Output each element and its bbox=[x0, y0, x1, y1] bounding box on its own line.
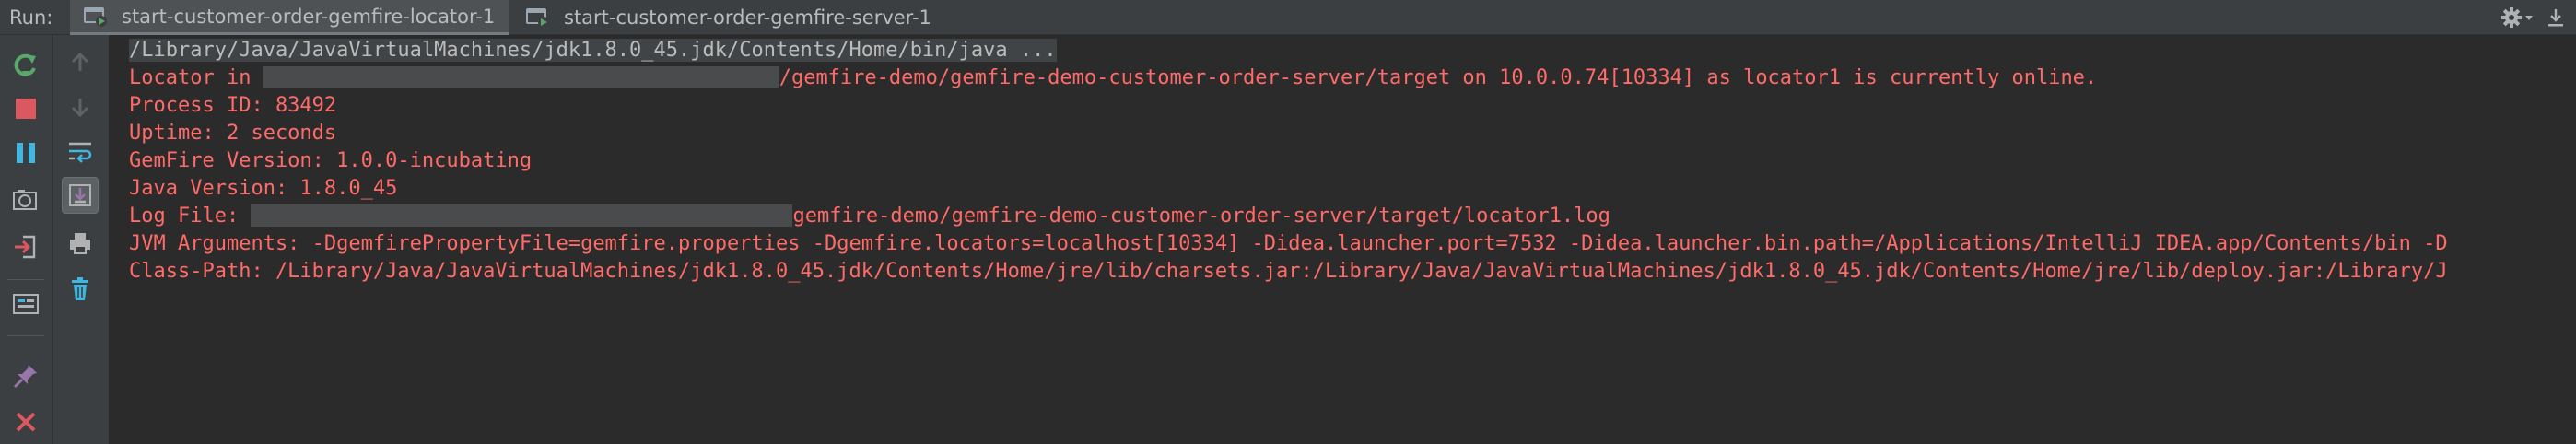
clear-all-icon[interactable] bbox=[62, 271, 99, 308]
class-path-line: Class-Path: /Library/Java/JavaVirtualMac… bbox=[129, 260, 2448, 283]
close-icon[interactable] bbox=[7, 403, 44, 440]
scroll-to-end-icon[interactable] bbox=[62, 177, 99, 214]
console-controls-toolbar bbox=[53, 35, 110, 444]
run-config-icon bbox=[525, 6, 551, 29]
dump-threads-icon[interactable] bbox=[7, 182, 44, 219]
tab-locator-label: start-customer-order-gemfire-locator-1 bbox=[122, 5, 496, 28]
command-line: /Library/Java/JavaVirtualMachines/jdk1.8… bbox=[129, 37, 1057, 64]
minimize-icon[interactable] bbox=[2541, 3, 2570, 32]
locator-status-line: Locator in /gemfire-demo/gemfire-demo-cu… bbox=[129, 64, 2097, 92]
exit-icon[interactable] bbox=[7, 228, 44, 265]
tab-server-label: start-customer-order-gemfire-server-1 bbox=[564, 6, 931, 29]
process-id-line: Process ID: 83492 bbox=[129, 94, 337, 117]
locator-suffix: /gemfire-demo/gemfire-demo-customer-orde… bbox=[779, 66, 2098, 89]
redacted-path bbox=[251, 204, 793, 227]
console-output[interactable]: /Library/Java/JavaVirtualMachines/jdk1.8… bbox=[110, 35, 2576, 444]
command-text: /Library/Java/JavaVirtualMachines/jdk1.8… bbox=[129, 39, 1057, 62]
run-tab-bar: Run: start-customer-order-gemfire-locato… bbox=[0, 0, 2576, 35]
uptime-line: Uptime: 2 seconds bbox=[129, 122, 337, 145]
pin-icon[interactable] bbox=[7, 357, 44, 394]
locator-prefix: Locator in bbox=[129, 66, 263, 89]
soft-wrap-icon[interactable] bbox=[62, 133, 99, 169]
stop-icon[interactable] bbox=[7, 90, 44, 127]
up-arrow-icon[interactable] bbox=[62, 44, 99, 81]
settings-gear-icon[interactable] bbox=[2499, 3, 2535, 32]
jvm-arguments-line: JVM Arguments: -DgemfirePropertyFile=gem… bbox=[129, 232, 2448, 255]
run-label: Run: bbox=[9, 6, 53, 29]
java-version-line: Java Version: 1.8.0_45 bbox=[129, 177, 398, 200]
print-icon[interactable] bbox=[62, 225, 99, 262]
log-suffix: gemfire-demo/gemfire-demo-customer-order… bbox=[792, 204, 1610, 228]
redacted-path bbox=[263, 66, 779, 88]
run-config-icon bbox=[83, 6, 109, 28]
pause-icon[interactable] bbox=[7, 134, 44, 171]
log-prefix: Log File: bbox=[129, 204, 252, 228]
gemfire-version-line: GemFire Version: 1.0.0-incubating bbox=[129, 149, 533, 172]
tab-locator[interactable]: start-customer-order-gemfire-locator-1 bbox=[70, 0, 509, 35]
log-file-line: Log File: gemfire-demo/gemfire-demo-cust… bbox=[129, 203, 1610, 230]
down-arrow-icon[interactable] bbox=[62, 88, 99, 125]
layout-icon[interactable] bbox=[7, 286, 44, 322]
rerun-icon[interactable] bbox=[7, 46, 44, 83]
run-controls-toolbar bbox=[0, 35, 53, 444]
tab-server[interactable]: start-customer-order-gemfire-server-1 bbox=[512, 0, 938, 35]
